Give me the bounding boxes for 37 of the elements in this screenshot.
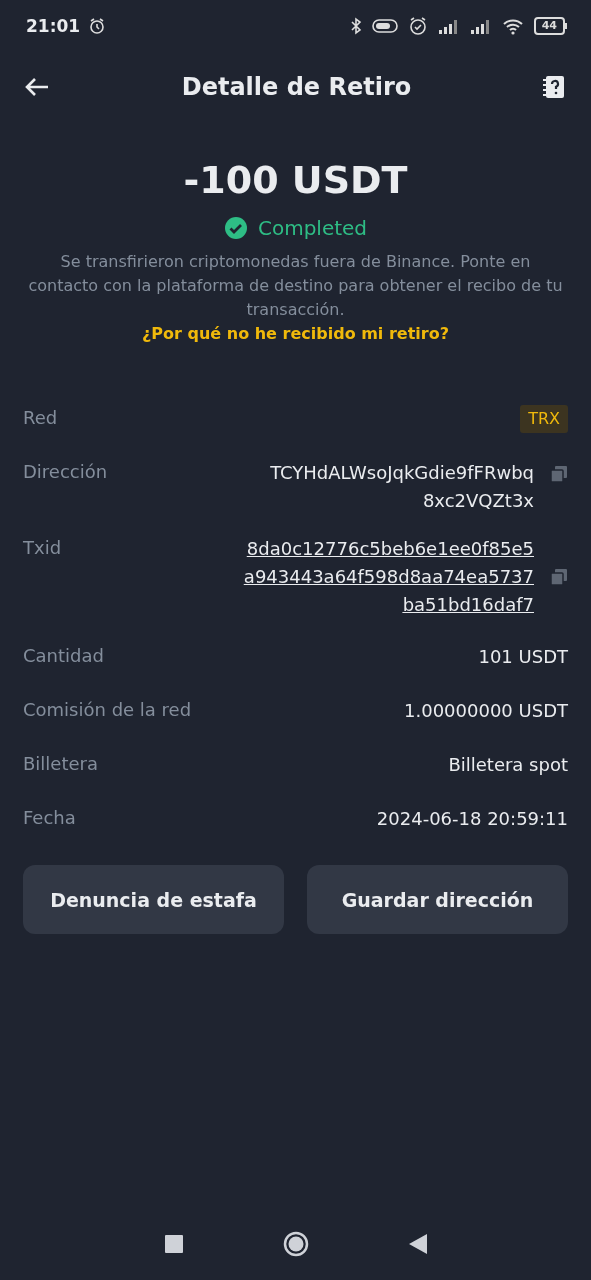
page-title: Detalle de Retiro <box>181 73 412 101</box>
copy-icon[interactable] <box>550 568 568 586</box>
alarm-icon <box>88 17 107 35</box>
home-circle-icon[interactable] <box>282 1231 309 1257</box>
withdrawal-amount: -100 USDT <box>183 158 408 202</box>
info-message: Se transfirieron criptomonedas fuera de Binance. Ponte en contacto con la plataforma de destino para obtener el recibo de tu transacción. <box>27 251 564 321</box>
field-value: 101 USDT <box>478 645 568 669</box>
recents-square-icon[interactable] <box>164 1235 183 1253</box>
copy-icon[interactable] <box>550 465 568 483</box>
toggle-icon <box>371 18 398 34</box>
field-label: Red <box>23 406 58 430</box>
back-arrow-icon[interactable] <box>24 77 50 97</box>
action-button[interactable]: Guardar dirección <box>307 865 568 934</box>
back-triangle-icon[interactable] <box>408 1234 427 1254</box>
transaction-id-link[interactable]: 8da0c12776c5beb6e1ee0f85e5 a943443a64f598d8aa74ea5737 ba51bd16daf7 <box>243 535 534 619</box>
alarm-icon <box>407 16 428 36</box>
field-label: Comisión de la red <box>23 698 192 722</box>
field-value: 1.00000000 USDT <box>404 699 568 723</box>
field-value: 2024-06-18 20:59:11 <box>376 807 568 831</box>
status-text: Completed <box>257 216 368 240</box>
clock-time: 21:01 <box>26 16 81 36</box>
help-link[interactable]: ¿Por qué no he recibido mi retiro? <box>142 324 449 343</box>
field-label: Cantidad <box>23 644 104 668</box>
help-document-icon[interactable] <box>543 75 565 99</box>
field-label: Txid <box>23 536 62 560</box>
battery-icon: 44 <box>533 17 567 35</box>
field-label: Dirección <box>23 460 108 484</box>
action-button[interactable]: Denuncia de estafa <box>23 865 284 934</box>
signal-icon <box>437 18 460 34</box>
signal-icon <box>469 18 492 34</box>
field-value: Billetera spot <box>448 753 568 777</box>
bluetooth-icon <box>349 17 362 35</box>
field-label: Fecha <box>23 806 76 830</box>
network-badge: TRX <box>520 405 568 433</box>
field-label: Billetera <box>23 752 98 776</box>
wifi-icon <box>501 17 524 35</box>
field-value: TCYHdALWsoJqkGdie9fFRwbq 8xc2VQZt3x <box>270 461 534 513</box>
